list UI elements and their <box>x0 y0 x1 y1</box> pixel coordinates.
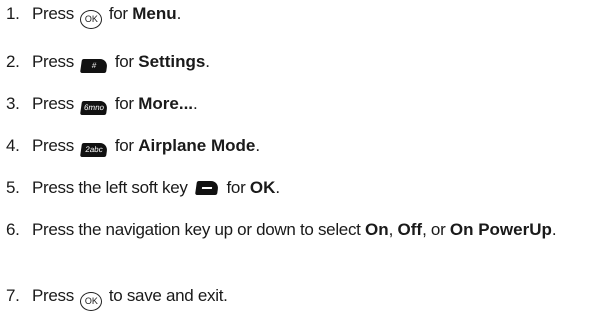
step-text: for <box>114 52 134 71</box>
step-number: 5. <box>6 178 20 197</box>
step-2: 2. Press # for Settings. <box>6 50 210 74</box>
step-number: 4. <box>6 136 20 155</box>
left-soft-key-icon <box>195 181 220 195</box>
step-text: for <box>108 4 128 23</box>
step-text: Press <box>32 286 74 305</box>
step-7: 7. Press OK to save and exit. <box>6 284 228 311</box>
step-text: Press <box>32 136 74 155</box>
step-text: for <box>114 94 134 113</box>
settings-label: Settings <box>138 52 206 71</box>
ok-label: OK <box>249 178 276 197</box>
ok-key-icon: OK <box>80 292 103 311</box>
step-number: 3. <box>6 94 20 113</box>
airplane-mode-label: Airplane Mode <box>138 136 256 155</box>
on-label: On <box>365 220 389 239</box>
step-text: Press the navigation key up or down to s… <box>32 220 361 239</box>
step-4: 4. Press 2abc for Airplane Mode. <box>6 134 260 158</box>
on-powerup-label: On PowerUp <box>449 220 552 239</box>
step-text: Press <box>32 4 74 23</box>
step-text: Press <box>32 52 74 71</box>
step-text: Press the left soft key <box>32 178 188 197</box>
pound-key-icon: # <box>80 59 109 73</box>
more-label: More... <box>138 94 194 113</box>
step-6: 6. Press the navigation key up or down to… <box>6 218 592 242</box>
two-key-icon: 2abc <box>80 143 109 157</box>
step-text: for <box>114 136 134 155</box>
step-text: to save and exit. <box>108 286 228 305</box>
ok-key-icon: OK <box>80 10 103 29</box>
menu-label: Menu <box>132 4 177 23</box>
step-number: 6. <box>6 220 20 239</box>
step-text: Press <box>32 94 74 113</box>
instruction-list: 1. Press OK for Menu. 2. Press # for Setti… <box>0 0 599 315</box>
off-label: Off <box>397 220 423 239</box>
step-5: 5. Press the left soft key for OK. <box>6 176 280 200</box>
step-1: 1. Press OK for Menu. <box>6 2 181 29</box>
step-text: for <box>226 178 246 197</box>
step-number: 7. <box>6 286 20 305</box>
step-3: 3. Press 6mno for More.... <box>6 92 198 116</box>
step-number: 2. <box>6 52 20 71</box>
six-key-icon: 6mno <box>80 101 109 115</box>
step-number: 1. <box>6 4 20 23</box>
